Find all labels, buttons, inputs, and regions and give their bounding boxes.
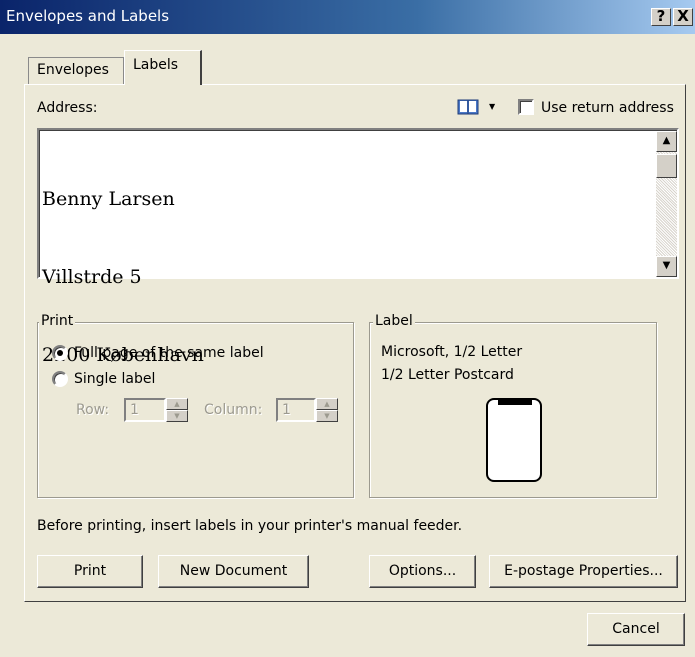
column-input[interactable]: 1	[276, 398, 316, 422]
label-vendor: Microsoft, 1/2 Letter	[381, 344, 523, 360]
close-button[interactable]: X	[673, 8, 693, 26]
cancel-button[interactable]: Cancel	[587, 613, 685, 646]
tab-labels-label: Labels	[133, 57, 179, 73]
print-group-legend: Print	[39, 313, 76, 329]
address-book-icon[interactable]	[457, 98, 479, 116]
address-scrollbar[interactable]: ▲ ▼	[656, 131, 677, 277]
single-label-radio[interactable]	[52, 371, 68, 387]
tab-envelopes[interactable]: Envelopes	[28, 57, 124, 84]
address-label: Address:	[37, 100, 98, 116]
spin-down-icon[interactable]: ▼	[166, 410, 188, 422]
row-value: 1	[130, 402, 139, 418]
tab-envelopes-label: Envelopes	[37, 62, 109, 78]
use-return-address-checkbox[interactable]	[518, 99, 534, 115]
title-bar: Envelopes and Labels ? X	[0, 0, 695, 34]
new-document-button[interactable]: New Document	[158, 555, 309, 588]
tab-labels[interactable]: Labels	[124, 50, 202, 85]
chevron-down-icon[interactable]: ▼	[489, 102, 495, 111]
row-label: Row:	[76, 402, 110, 418]
label-group-legend: Label	[373, 313, 415, 329]
print-button[interactable]: Print	[37, 555, 143, 588]
single-label-label: Single label	[74, 371, 156, 387]
help-button[interactable]: ?	[651, 8, 671, 26]
column-stepper[interactable]: ▲ ▼	[316, 398, 338, 422]
label-preview-band	[498, 400, 532, 405]
row-stepper[interactable]: ▲ ▼	[166, 398, 188, 422]
address-line: Benny Larsen	[42, 188, 175, 210]
full-page-label: Full page of the same label	[74, 345, 264, 361]
window-title: Envelopes and Labels	[6, 7, 170, 25]
spin-up-icon[interactable]: ▲	[316, 398, 338, 410]
column-value: 1	[282, 402, 291, 418]
row-input[interactable]: 1	[124, 398, 166, 422]
address-line: Villstrde 5	[42, 266, 142, 288]
column-label: Column:	[204, 402, 263, 418]
options-button[interactable]: Options...	[369, 555, 476, 588]
scroll-up-icon[interactable]: ▲	[656, 131, 677, 152]
printer-hint: Before printing, insert labels in your p…	[37, 518, 463, 534]
spin-down-icon[interactable]: ▼	[316, 410, 338, 422]
scroll-down-icon[interactable]: ▼	[656, 256, 677, 277]
spin-up-icon[interactable]: ▲	[166, 398, 188, 410]
scroll-thumb[interactable]	[656, 154, 677, 178]
epostage-properties-button[interactable]: E-postage Properties...	[489, 555, 678, 588]
envelopes-labels-dialog: Envelopes and Labels ? X Envelopes Label…	[0, 0, 695, 657]
label-product: 1/2 Letter Postcard	[381, 367, 514, 383]
radio-selected-dot	[57, 350, 63, 356]
use-return-address-label: Use return address	[541, 100, 674, 116]
label-preview[interactable]	[486, 398, 542, 482]
full-page-radio[interactable]	[52, 345, 68, 361]
